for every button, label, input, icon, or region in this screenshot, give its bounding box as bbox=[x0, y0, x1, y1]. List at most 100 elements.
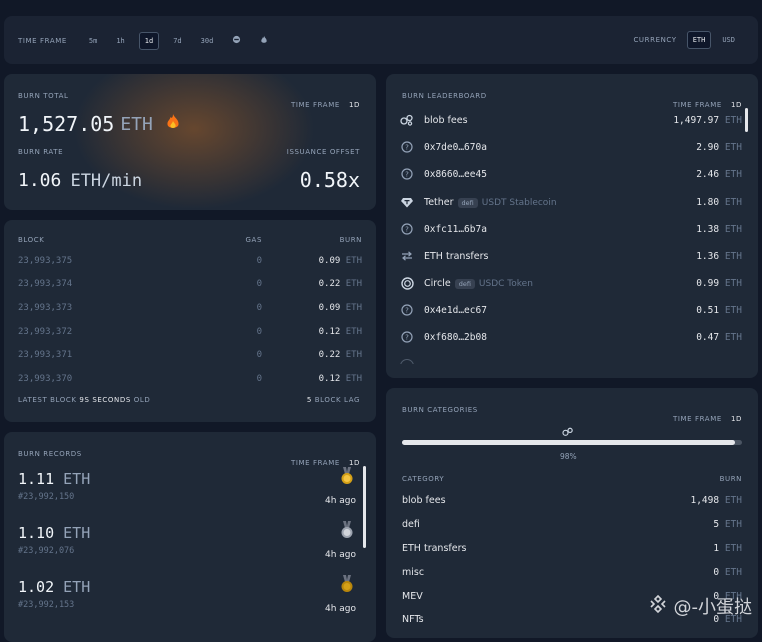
leaderboard-row[interactable]: ? 0x4e1d…ec67 0.51 ETH bbox=[400, 302, 742, 318]
category-tag: defi bbox=[454, 278, 475, 289]
svg-text:?: ? bbox=[405, 334, 409, 342]
category-row[interactable]: defi 5 ETH bbox=[402, 519, 742, 530]
categories-label: BURN CATEGORIES bbox=[402, 406, 478, 414]
record-block: #23,992,076 bbox=[18, 546, 75, 556]
latest-block-age: 9s bbox=[79, 396, 90, 404]
burn-value: 0.09 bbox=[318, 256, 341, 266]
timeframe-value: 1d bbox=[730, 101, 742, 109]
burn-unit: ETH bbox=[345, 374, 362, 384]
category-name: ETH transfers bbox=[402, 543, 467, 554]
leaderboard-row[interactable]: ? 0xf680…2b08 0.47 ETH bbox=[400, 329, 742, 345]
leaderboard-name: 0x4e1d…ec67 bbox=[424, 304, 487, 316]
category-value: 1 ETH bbox=[713, 543, 742, 554]
question-icon: ? bbox=[400, 330, 414, 344]
leaderboard-row[interactable]: ? 0x7de0…670a 2.90 ETH bbox=[400, 139, 742, 155]
burn-unit: ETH bbox=[724, 141, 742, 153]
blob-icon bbox=[400, 113, 414, 127]
block-number: 23,993,371 bbox=[18, 350, 73, 360]
currency-label: CURRENCY bbox=[633, 36, 677, 44]
circle-icon bbox=[400, 276, 414, 290]
timeframe-1h[interactable]: 1h bbox=[111, 33, 129, 49]
burn-value: 0.99 bbox=[696, 277, 720, 289]
timeframe-value: 1d bbox=[348, 459, 360, 467]
category-value: 1,498 ETH bbox=[690, 495, 742, 506]
leaderboard-row[interactable]: Tether defi USDT Stablecoin 1.80 ETH bbox=[400, 194, 742, 210]
leaderboard-name: blob fees bbox=[424, 114, 468, 126]
gold-medal-icon bbox=[340, 467, 354, 489]
leaderboard-row[interactable]: ? 0x8660…ee45 2.46 ETH bbox=[400, 166, 742, 182]
silver-medal-icon bbox=[340, 521, 354, 543]
leaderboard-row[interactable]: blob fees 1,497.97 ETH bbox=[400, 112, 742, 128]
block-gas: 0 bbox=[256, 256, 262, 266]
table-row[interactable]: 23,993,371 0 0.22 ETH bbox=[18, 350, 362, 360]
blocks-panel: BLOCK GAS BURN 23,993,375 0 0.09 ETH 23,… bbox=[4, 220, 376, 422]
burn-unit: ETH bbox=[724, 196, 742, 208]
flame-icon[interactable] bbox=[255, 31, 273, 50]
table-row[interactable]: 23,993,372 0 0.12 ETH bbox=[18, 327, 362, 337]
category-row[interactable]: misc 0 ETH bbox=[402, 567, 742, 578]
burn-value: 2.46 bbox=[696, 168, 720, 180]
timeframe-value: 1d bbox=[348, 101, 360, 109]
burn-rate-row: 1.06 ETH/min bbox=[18, 170, 142, 191]
currency-usd[interactable]: USD bbox=[717, 32, 740, 48]
record-item[interactable]: 1.11 ETH #23,992,150 4h ago bbox=[18, 467, 356, 506]
block-number: 23,993,372 bbox=[18, 327, 73, 337]
table-row[interactable]: 23,993,373 0 0.09 ETH bbox=[18, 303, 362, 313]
leaderboard-value: 1,497.97 ETH bbox=[673, 115, 742, 126]
svg-text:?: ? bbox=[405, 171, 409, 179]
burn-value: 1.36 bbox=[696, 250, 720, 262]
gas-header: GAS bbox=[245, 236, 262, 244]
burn-unit: ETH bbox=[724, 495, 742, 506]
record-unit: ETH bbox=[63, 524, 91, 542]
leaderboard-row[interactable]: ETH transfers 1.36 ETH bbox=[400, 248, 742, 264]
burn-value: 0.22 bbox=[318, 279, 341, 289]
tether-icon bbox=[400, 195, 414, 209]
scrollbar[interactable] bbox=[363, 466, 366, 548]
latest-block-label: LATEST BLOCK bbox=[18, 396, 77, 404]
category-row[interactable]: blob fees 1,498 ETH bbox=[402, 495, 742, 506]
block-number: 23,993,370 bbox=[18, 374, 73, 384]
record-item[interactable]: 1.10 ETH #23,992,076 4h ago bbox=[18, 521, 356, 560]
entity-subtitle: USDC Token bbox=[478, 278, 533, 289]
timeframe-1d[interactable]: 1d bbox=[138, 31, 160, 50]
timeframe-30d[interactable]: 30d bbox=[196, 33, 219, 49]
leaderboard-row[interactable]: Circle defi USDC Token 0.99 ETH bbox=[400, 275, 742, 291]
question-icon: ? bbox=[400, 167, 414, 181]
fire-icon bbox=[165, 113, 181, 135]
burn-unit: ETH bbox=[345, 256, 362, 266]
leaderboard-value: 0.51 ETH bbox=[696, 305, 742, 316]
leaderboard-name: 0x8660…ee45 bbox=[424, 168, 487, 180]
currency-eth[interactable]: ETH bbox=[686, 31, 712, 49]
record-item[interactable]: 1.02 ETH #23,992,153 4h ago bbox=[18, 575, 356, 614]
category-name: blob fees bbox=[402, 495, 446, 506]
burn-value: 5 bbox=[713, 519, 720, 530]
leaderboard-row[interactable]: ? 0xfc11…6b7a 1.38 ETH bbox=[400, 221, 742, 237]
burn-total-timeframe: TIME FRAME 1d bbox=[291, 92, 360, 111]
burn-unit: ETH bbox=[724, 114, 742, 126]
leaderboard-name: 0xfc11…6b7a bbox=[424, 223, 487, 235]
burn-value: 0.47 bbox=[696, 331, 720, 343]
issuance-offset-value: 0.58x bbox=[299, 168, 360, 192]
category-row[interactable]: ETH transfers 1 ETH bbox=[402, 543, 742, 554]
block-burn: 0.09 ETH bbox=[262, 256, 362, 266]
entity-name: Tether bbox=[424, 196, 454, 208]
record-age: 4h ago bbox=[324, 604, 356, 614]
merge-icon[interactable] bbox=[227, 31, 246, 50]
leaderboard-name: Circle defi USDC Token bbox=[424, 278, 696, 289]
issuance-offset-label: ISSUANCE OFFSET bbox=[286, 148, 360, 156]
entity-name: Circle bbox=[424, 277, 451, 289]
timeframe-5m[interactable]: 5m bbox=[84, 33, 102, 49]
burn-unit: ETH bbox=[724, 250, 742, 262]
table-row[interactable]: 23,993,374 0 0.22 ETH bbox=[18, 279, 362, 289]
block-number: 23,993,375 bbox=[18, 256, 73, 266]
burn-records-panel: BURN RECORDS TIME FRAME 1d 1.11 ETH #23,… bbox=[4, 432, 376, 642]
record-value: 1.10 bbox=[18, 524, 55, 542]
svg-text:?: ? bbox=[405, 226, 409, 234]
burn-value: 0.22 bbox=[318, 350, 341, 360]
scrollbar[interactable] bbox=[745, 108, 748, 132]
burn-unit: ETH bbox=[724, 543, 742, 554]
table-row[interactable]: 23,993,375 0 0.09 ETH bbox=[18, 256, 362, 266]
table-row[interactable]: 23,993,370 0 0.12 ETH bbox=[18, 374, 362, 384]
burn-unit: ETH bbox=[345, 279, 362, 289]
timeframe-7d[interactable]: 7d bbox=[168, 33, 186, 49]
